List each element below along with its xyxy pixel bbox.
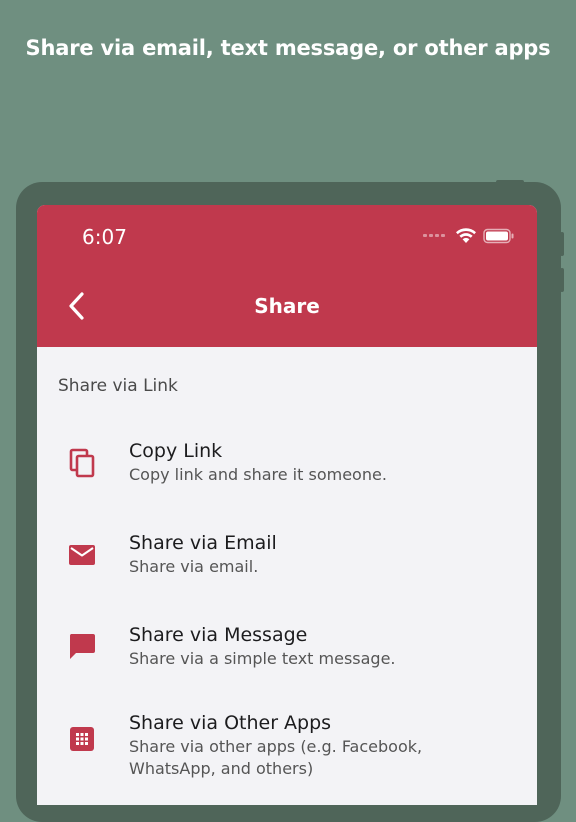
status-icons [423,227,515,244]
list-item-share-email[interactable]: Share via Email Share via email. [37,522,537,602]
item-title: Copy Link [129,440,223,462]
copy-icon [67,448,97,478]
item-title: Share via Other Apps [129,712,332,734]
cellular-signal-icon [423,234,445,237]
list-item-share-message[interactable]: Share via Message Share via a simple tex… [37,614,537,694]
apps-grid-icon [67,724,97,754]
page-title: Share [254,294,320,318]
device-screen: 6:07 Share Share via Link Copy Link Copy… [37,205,537,805]
section-header: Share via Link [58,376,178,396]
item-subtitle: Share via other apps (e.g. Facebook, Wha… [129,737,423,778]
item-subtitle: Copy link and share it someone. [129,465,387,484]
list-item-share-other-apps[interactable]: Share via Other Apps Share via other app… [37,702,537,802]
wifi-icon [456,228,476,243]
list-item-copy-link[interactable]: Copy Link Copy link and share it someone… [37,430,537,510]
promo-caption: Share via email, text message, or other … [25,36,551,60]
battery-icon [483,228,514,243]
message-icon [67,632,97,662]
item-subtitle: Share via a simple text message. [129,649,396,668]
navigation-bar: 6:07 Share [37,205,537,347]
email-icon [67,540,97,570]
item-title: Share via Email [129,532,277,554]
item-subtitle: Share via email. [129,557,259,576]
item-title: Share via Message [129,624,308,646]
status-time: 6:07 [82,225,127,249]
